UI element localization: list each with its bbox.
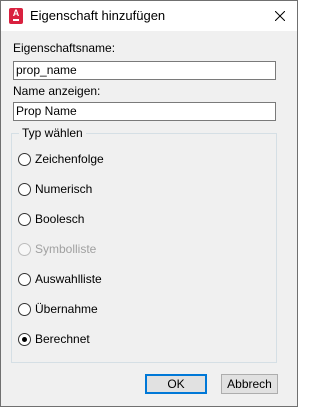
title-bar: A Eigenschaft hinzufügen [1,1,297,31]
cancel-button[interactable]: Abbrech [221,374,278,394]
radio-label: Symbolliste [35,242,97,256]
autocad-app-icon: A [9,8,23,24]
app-icon-letter: A [12,8,20,18]
close-icon [275,11,285,21]
radio-button[interactable] [18,273,31,286]
radio-label: Boolesch [35,212,85,226]
radio-label: Auswahlliste [35,272,102,286]
radio-label: Berechnet [35,332,90,346]
window-title: Eigenschaft hinzufügen [30,8,166,23]
property-name-input[interactable]: prop_name [13,61,276,80]
radio-button[interactable] [18,303,31,316]
ok-button[interactable]: OK [145,374,207,394]
display-name-input[interactable]: Prop Name [13,102,276,121]
radio-button[interactable] [18,333,31,346]
radio-button[interactable] [18,153,31,166]
radio-label: Übernahme [35,302,98,316]
radio-label: Numerisch [35,182,93,196]
close-button[interactable] [263,2,297,30]
display-name-label: Name anzeigen: [13,84,101,98]
property-name-label: Eigenschaftsname: [13,41,116,55]
type-group-legend: Typ wählen [19,126,86,140]
dialog-window: A Eigenschaft hinzufügen Eigenschaftsnam… [0,0,298,407]
radio-button[interactable] [18,213,31,226]
radio-label: Zeichenfolge [35,152,104,166]
radio-button [18,243,31,256]
radio-button[interactable] [18,183,31,196]
